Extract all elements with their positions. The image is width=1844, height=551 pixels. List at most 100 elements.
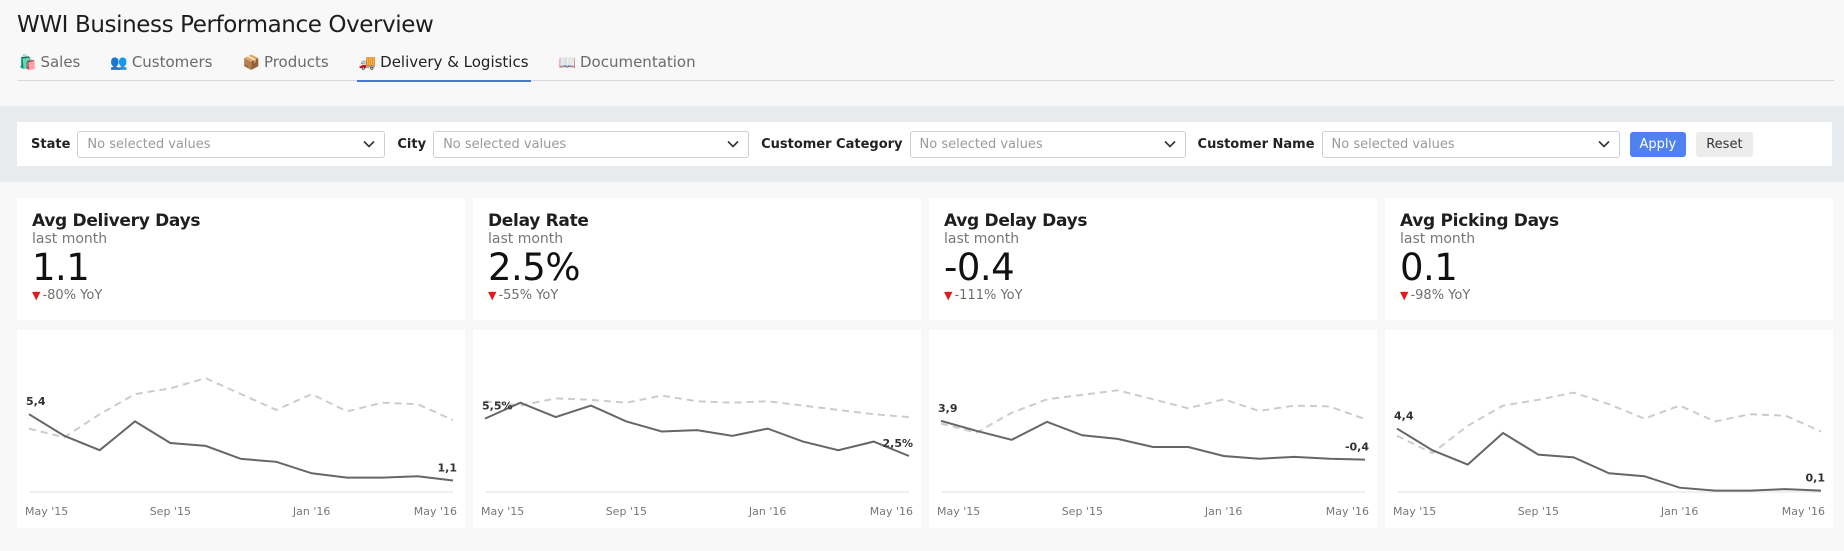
last-value-label: -0,4 [1345,441,1369,454]
x-tick-label: Jan '16 [292,505,330,518]
chevron-down-icon [1163,140,1176,148]
shopping-bags-icon: 🛍️ [19,55,37,71]
first-value-label: 5,4 [26,395,46,408]
tab-label: Delivery & Logistics [380,53,529,71]
chart-card-delay-rate: 5,5% 2,5% May '15 Sep '15 Jan '16 May '16 [473,330,921,528]
state-select[interactable]: No selected values [77,130,386,158]
tab-customers[interactable]: 👥 Customers [108,52,214,81]
x-tick-label: May '15 [25,505,68,518]
chart-card-avg-delivery-days: 5,4 1,1 May '15 Sep '15 Jan '16 May '16 [17,330,465,528]
customer-select[interactable]: No selected values [1321,130,1620,158]
chevron-down-icon [727,140,739,148]
x-tick-label: Sep '15 [150,505,191,518]
customer-filter-label: Customer Name [1197,136,1315,152]
x-tick-label: May '16 [1782,505,1825,518]
tab-label: Documentation [579,53,696,71]
last-value-label: 0,1 [1806,472,1826,485]
kpi-title: Avg Delivery Days [32,211,201,231]
tab-label: Products [263,53,329,71]
page-title: WWI Business Performance Overview [17,12,434,38]
kpi-change: ▼ -111% YoY [944,288,1362,304]
kpi-value: 1.1 [32,246,90,289]
x-tick-label: May '15 [937,505,980,518]
x-tick-label: Sep '15 [1518,505,1559,518]
x-tick-label: May '16 [414,505,457,518]
down-triangle-icon: ▼ [32,289,41,302]
current-year-line [1396,427,1822,492]
customer-select-placeholder: No selected values [1331,136,1455,152]
kpi-change-text: -80% YoY [42,288,103,303]
kpi-change: ▼ -55% YoY [488,288,906,304]
kpi-period: last month [1400,231,1476,247]
tab-sales[interactable]: 🛍️ Sales [17,52,82,81]
state-filter-label: State [31,136,71,152]
tab-products[interactable]: 📦 Products [241,52,331,81]
tab-bar: 🛍️ Sales 👥 Customers 📦 Products 🚚 Delivery &… [17,52,1834,82]
avg-picking-days-chart: 4,4 0,1 May '15 Sep '15 Jan '16 May '16 [1393,391,1826,518]
previous-year-line [1396,391,1822,455]
previous-year-line [28,377,454,439]
tab-label: Sales [40,53,81,71]
delay-rate-chart: 5,5% 2,5% May '15 Sep '15 Jan '16 May '16 [481,394,913,518]
city-select-placeholder: No selected values [443,136,567,152]
down-triangle-icon: ▼ [488,289,497,302]
kpi-card-delay-rate: Delay Rate last month 2.5% ▼ -55% YoY [473,198,921,320]
book-icon: 📖 [558,55,576,71]
kpi-card-avg-delay-days: Avg Delay Days last month -0.4 ▼ -111% Yo… [929,198,1377,320]
last-value-label: 1,1 [438,461,458,474]
kpi-card-avg-picking-days: Avg Picking Days last month 0.1 ▼ -98% Yo… [1385,198,1833,320]
category-filter-label: Customer Category [761,136,903,152]
x-tick-label: May '16 [870,505,913,518]
kpi-change-text: -111% YoY [954,288,1023,303]
x-tick-label: May '15 [481,505,524,518]
kpi-card-avg-delivery-days: Avg Delivery Days last month 1.1 ▼ -80% Y… [17,198,465,320]
chevron-down-icon [363,140,375,148]
last-value-label: 2,5% [882,437,913,450]
tab-documentation[interactable]: 📖 Documentation [557,52,698,81]
current-year-line [940,419,1366,461]
kpi-value: 2.5% [488,246,581,289]
x-tick-label: May '15 [1393,505,1436,518]
kpi-value: -0.4 [944,246,1015,289]
x-tick-label: May '16 [1326,505,1369,518]
kpi-value: 0.1 [1400,246,1458,289]
kpi-title: Avg Picking Days [1400,211,1559,231]
kpi-period: last month [32,231,108,247]
truck-icon: 🚚 [358,55,377,71]
previous-year-line [940,389,1366,434]
people-icon: 👥 [110,55,128,71]
x-tick-label: Sep '15 [606,505,647,518]
header: WWI Business Performance Overview 🛍️ Sale… [0,0,1844,106]
city-select[interactable]: No selected values [433,130,750,158]
avg-delivery-days-chart: 5,4 1,1 May '15 Sep '15 Jan '16 May '16 [25,377,458,518]
down-triangle-icon: ▼ [944,289,953,302]
x-tick-label: Jan '16 [1204,505,1242,518]
state-select-placeholder: No selected values [87,136,211,152]
package-icon: 📦 [242,55,260,71]
kpi-period: last month [944,231,1020,247]
current-year-line [28,413,454,482]
x-tick-label: Jan '16 [748,505,786,518]
apply-button[interactable]: Apply [1629,131,1687,157]
chevron-down-icon [1597,140,1610,148]
chart-card-avg-delay-days: 3,9 -0,4 May '15 Sep '15 Jan '16 May '16 [929,330,1377,528]
kpi-title: Avg Delay Days [944,211,1088,231]
kpi-title: Delay Rate [488,211,589,231]
tab-delivery-logistics[interactable]: 🚚 Delivery & Logistics [356,52,531,82]
first-value-label: 4,4 [1394,410,1414,423]
avg-delay-days-chart: 3,9 -0,4 May '15 Sep '15 Jan '16 May '16 [937,389,1369,518]
reset-button[interactable]: Reset [1696,131,1753,157]
category-select[interactable]: No selected values [909,130,1186,158]
category-select-placeholder: No selected values [919,136,1043,152]
down-triangle-icon: ▼ [1400,289,1409,302]
first-value-label: 5,5% [482,400,513,413]
tab-label: Customers [131,53,213,71]
kpi-change: ▼ -98% YoY [1400,288,1818,304]
filter-section: State No selected values City No selecte… [0,106,1844,182]
x-tick-label: Jan '16 [1660,505,1698,518]
kpi-change-text: -55% YoY [498,288,559,303]
x-tick-label: Sep '15 [1062,505,1103,518]
kpi-period: last month [488,231,564,247]
kpi-change: ▼ -80% YoY [32,288,450,304]
chart-card-avg-picking-days: 4,4 0,1 May '15 Sep '15 Jan '16 May '16 [1385,330,1833,528]
